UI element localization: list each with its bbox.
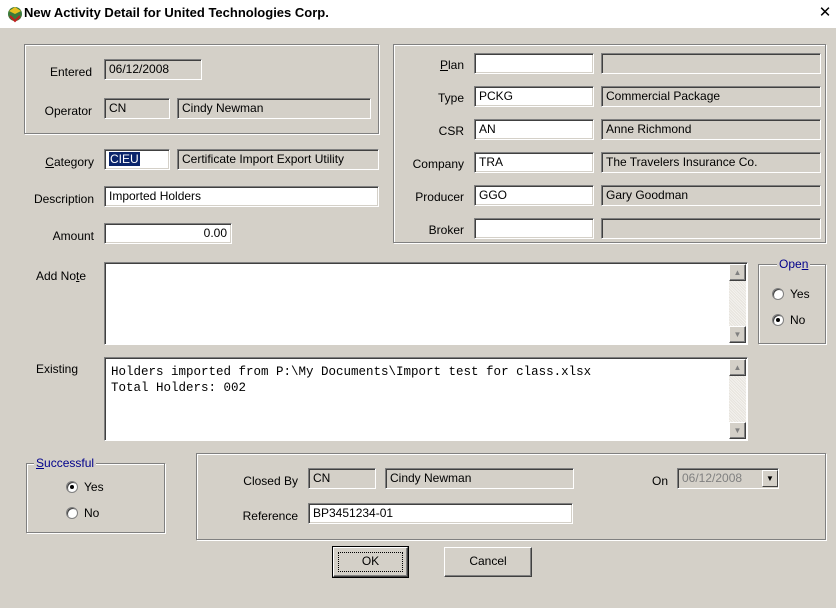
plan-code-input[interactable]	[474, 53, 594, 74]
company-code-input[interactable]: TRA	[474, 152, 594, 173]
broker-name-field	[601, 218, 821, 239]
broker-code-input[interactable]	[474, 218, 594, 239]
type-label: Type	[437, 91, 464, 105]
closed-by-label: Closed By	[243, 474, 298, 488]
chevron-down-icon[interactable]: ▼	[762, 470, 778, 487]
title-bar[interactable]: New Activity Detail for United Technolog…	[0, 0, 836, 28]
close-icon[interactable]: ✕	[816, 5, 834, 23]
dialog-window: New Activity Detail for United Technolog…	[0, 0, 836, 608]
open-no-radio[interactable]: No	[772, 313, 805, 327]
producer-code-input[interactable]: GGO	[474, 185, 594, 206]
operator-label: Operator	[44, 104, 92, 118]
producer-label: Producer	[415, 190, 464, 204]
radio-checked-icon	[66, 481, 78, 493]
successful-yes-radio[interactable]: Yes	[66, 480, 104, 494]
category-code-input[interactable]: CIEU	[104, 149, 170, 170]
radio-unchecked-icon	[66, 507, 78, 519]
existing-line-1: Holders imported from P:\My Documents\Im…	[111, 365, 592, 379]
plan-label: Plan	[439, 58, 464, 72]
category-name-field: Certificate Import Export Utility	[177, 149, 379, 170]
on-date-value: 06/12/2008	[682, 471, 743, 485]
reference-label: Reference	[242, 509, 298, 523]
reference-input[interactable]: BP3451234-01	[308, 503, 573, 524]
add-note-textarea[interactable]: ▲ ▼	[104, 262, 748, 345]
closed-by-code-field: CN	[308, 468, 376, 489]
amount-label: Amount	[52, 229, 94, 243]
successful-no-radio[interactable]: No	[66, 506, 99, 520]
closed-by-name-field: Cindy Newman	[385, 468, 574, 489]
category-label: Category	[45, 155, 94, 169]
entered-date-field: 06/12/2008	[104, 59, 202, 80]
entered-label: Entered	[49, 65, 92, 79]
radio-unchecked-icon	[772, 288, 784, 300]
producer-name-field: Gary Goodman	[601, 185, 821, 206]
successful-legend: Successful	[34, 456, 97, 470]
entered-group	[24, 44, 379, 134]
broker-label: Broker	[428, 223, 464, 237]
closing-group	[196, 453, 826, 540]
description-input[interactable]: Imported Holders	[104, 186, 379, 207]
company-label: Company	[412, 157, 464, 171]
existing-notes-textarea[interactable]: Holders imported from P:\My Documents\Im…	[104, 357, 748, 441]
cancel-button[interactable]: Cancel	[444, 547, 532, 577]
csr-name-field: Anne Richmond	[601, 119, 821, 140]
radio-checked-icon	[772, 314, 784, 326]
amount-input[interactable]: 0.00	[104, 223, 232, 244]
scroll-up-icon[interactable]: ▲	[729, 264, 746, 281]
operator-name-field: Cindy Newman	[177, 98, 371, 119]
existing-label: Existing	[36, 362, 79, 376]
scroll-down-icon[interactable]: ▼	[729, 422, 746, 439]
scroll-down-icon[interactable]: ▼	[729, 326, 746, 343]
open-legend: Open	[777, 257, 811, 271]
add-note-label: Add Note	[36, 269, 87, 283]
app-icon	[8, 7, 22, 23]
scroll-up-icon[interactable]: ▲	[729, 359, 746, 376]
window-title: New Activity Detail for United Technolog…	[24, 5, 329, 20]
ok-button[interactable]: OK	[332, 546, 409, 578]
cancel-button-label: Cancel	[469, 554, 507, 568]
type-name-field: Commercial Package	[601, 86, 821, 107]
description-label: Description	[33, 192, 94, 206]
open-group	[758, 264, 826, 344]
add-note-scrollbar[interactable]: ▲ ▼	[729, 264, 746, 343]
csr-label: CSR	[438, 124, 464, 138]
on-label: On	[651, 474, 668, 488]
successful-group	[26, 463, 165, 533]
company-name-field: The Travelers Insurance Co.	[601, 152, 821, 173]
csr-code-input[interactable]: AN	[474, 119, 594, 140]
plan-name-field	[601, 53, 821, 74]
type-code-input[interactable]: PCKG	[474, 86, 594, 107]
existing-line-2: Total Holders: 002	[111, 381, 247, 395]
existing-notes-text: Holders imported from P:\My Documents\Im…	[111, 364, 725, 396]
existing-scrollbar[interactable]: ▲ ▼	[729, 359, 746, 439]
category-code-selection: CIEU	[109, 152, 140, 166]
operator-code-field: CN	[104, 98, 170, 119]
open-yes-radio[interactable]: Yes	[772, 287, 810, 301]
